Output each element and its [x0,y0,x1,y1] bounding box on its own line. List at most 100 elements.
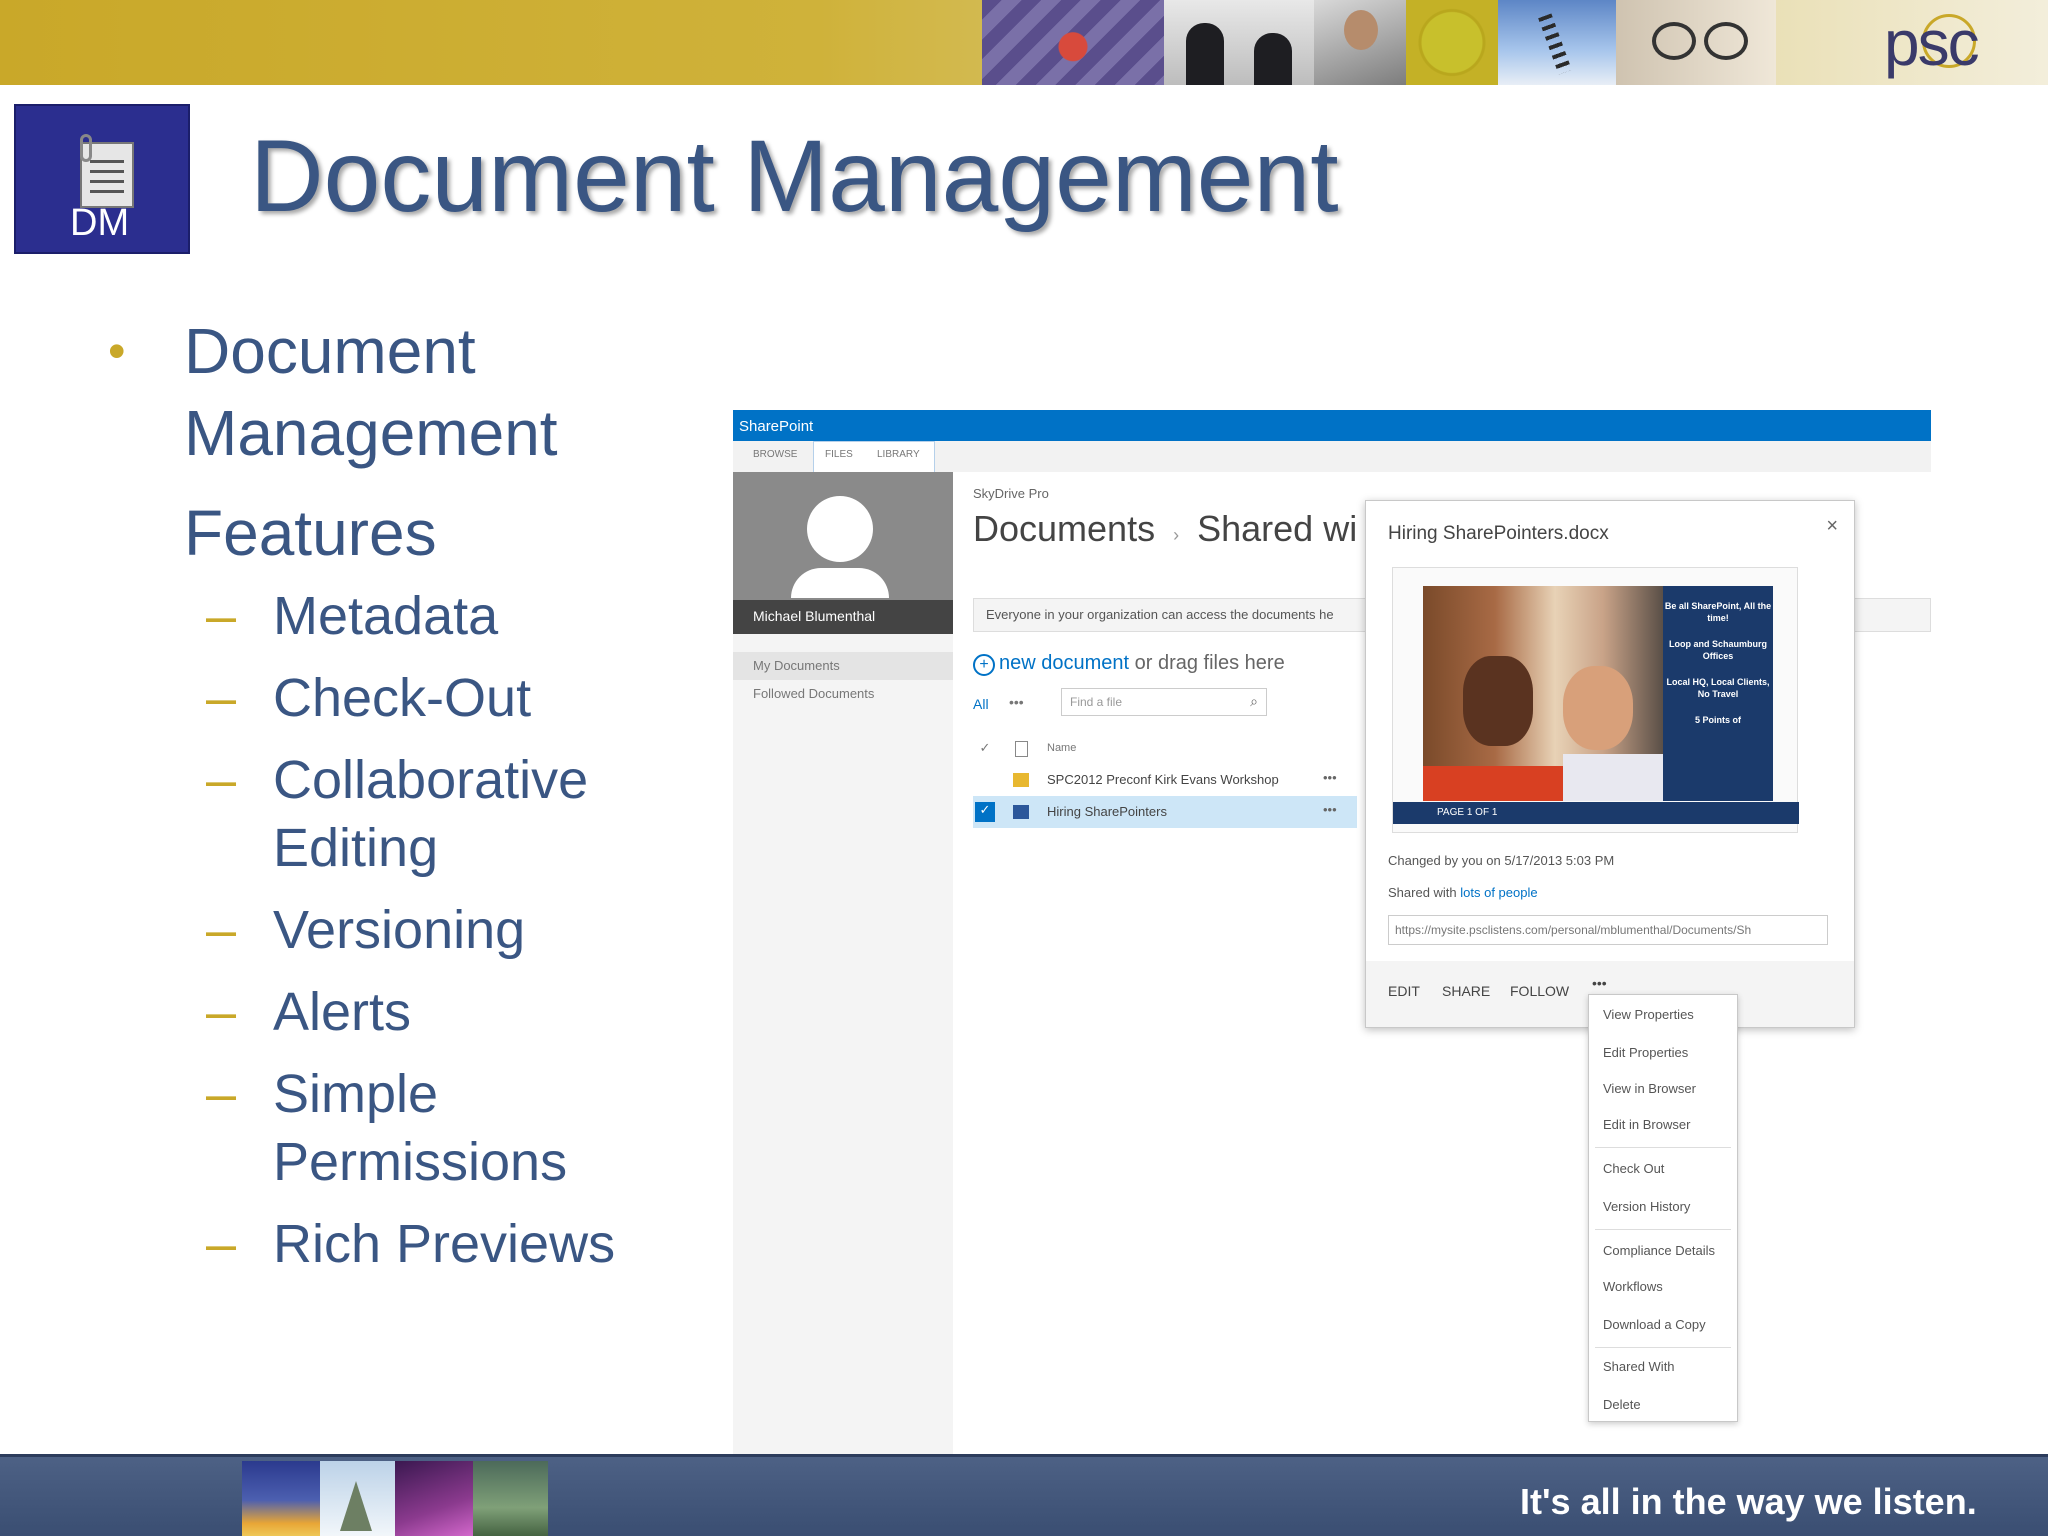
word-doc-icon [1013,805,1029,819]
ribbon-tabs: BROWSE FILES LIBRARY [733,441,1931,472]
menu-item-check-out[interactable]: Check Out [1603,1161,1664,1176]
view-more-icon[interactable]: ••• [1009,694,1024,710]
pager-text: PAGE 1 OF 1 [1437,807,1498,818]
sub-bullet-text: Collaborative [273,750,589,810]
breadcrumb[interactable]: SkyDrive Pro [973,486,1049,501]
menu-item-delete[interactable]: Delete [1603,1397,1641,1412]
sub-bullet-text: Editing [273,818,439,878]
sky-ladder-photo [1498,0,1616,85]
shared-with-link[interactable]: lots of people [1460,885,1537,900]
slide-title: Document Management [250,119,1339,233]
sub-bullet-metadata: – Metadata [108,582,708,650]
sub-bullet-simple-permissions: – Simple Permissions [108,1060,708,1196]
share-action[interactable]: SHARE [1442,983,1490,999]
row-name[interactable]: Hiring SharePointers [1047,804,1167,819]
sharepoint-screenshot: SharePoint BROWSE FILES LIBRARY Michael … [733,410,1931,1456]
view-all-link[interactable]: All [973,696,989,712]
more-actions-icon[interactable]: ••• [1592,975,1607,991]
page-title-part[interactable]: Documents [973,508,1155,549]
phone-woman-photo [1314,0,1406,85]
user-name: Michael Blumenthal [733,600,953,634]
menu-item-shared-with[interactable]: Shared With [1603,1359,1675,1374]
menu-divider [1595,1147,1731,1148]
menu-item-edit-in-browser[interactable]: Edit in Browser [1603,1117,1690,1132]
left-nav: Michael Blumenthal My Documents Followed… [733,472,953,1456]
nav-item-followed-documents[interactable]: Followed Documents [733,686,953,701]
person-head-icon [807,496,873,562]
page-title: Documents › Shared wi [973,508,1357,550]
person-body-icon [791,568,889,598]
tab-files[interactable]: FILES [825,449,853,460]
nav-item-my-documents[interactable]: My Documents [733,652,953,680]
avatar[interactable]: Michael Blumenthal [733,472,953,634]
table-row[interactable]: SPC2012 Preconf Kirk Evans Workshop ••• [973,764,1357,796]
sub-bullet-alerts: – Alerts [108,978,708,1046]
drag-files-text: or drag files here [1129,652,1285,674]
row-check-icon[interactable]: ✓ [975,802,995,822]
footer-tagline: It's all in the way we listen. [1520,1481,1977,1522]
sub-bullet-versioning: – Versioning [108,896,708,964]
dash-icon: – [206,1214,237,1274]
column-name-header[interactable]: Name [1047,742,1076,754]
main-bullet-line3: Features [184,497,437,569]
folder-icon [1013,773,1029,787]
document-preview[interactable]: Be all SharePoint, All the time! Loop an… [1392,567,1799,833]
preview-panel-text: 5 Points of [1694,715,1741,725]
menu-item-view-in-browser[interactable]: View in Browser [1603,1081,1696,1096]
lightning-photo [395,1461,473,1536]
search-icon[interactable]: ⌕ [1250,693,1258,710]
menu-item-workflows[interactable]: Workflows [1603,1279,1663,1294]
sharepoint-app-name[interactable]: SharePoint [739,418,813,435]
plus-icon[interactable]: + [973,654,995,676]
sub-bullet-text: Check-Out [273,668,532,728]
dash-icon: – [206,1064,237,1124]
changed-by-text: Changed by you on 5/17/2013 5:03 PM [1388,853,1615,868]
breadcrumb-separator-icon: › [1173,525,1180,545]
page-title-part: Shared wi [1197,508,1358,549]
column-header-row: ✓ Name [973,734,1357,766]
document-callout: Hiring SharePointers.docx × Be all Share… [1365,500,1855,1028]
find-file-placeholder: Find a file [1070,695,1123,709]
gold-circle-photo [1406,0,1498,85]
follow-action[interactable]: FOLLOW [1510,983,1569,999]
close-icon[interactable]: × [1826,515,1838,538]
top-banner: psc [0,0,2048,85]
find-file-input[interactable]: Find a file ⌕ [1061,688,1267,716]
menu-item-download-a-copy[interactable]: Download a Copy [1603,1317,1706,1332]
new-document-link[interactable]: new document [999,652,1129,674]
sub-bullet-check-out: – Check-Out [108,664,708,732]
menu-item-view-properties[interactable]: View Properties [1603,1007,1694,1022]
dash-icon: – [206,900,237,960]
umbrellas-photo [982,0,1164,85]
row-name[interactable]: SPC2012 Preconf Kirk Evans Workshop [1047,772,1279,787]
paperclip-icon [80,134,92,162]
main-bullet: • Document Management [108,310,708,474]
footer-photo-strip [242,1461,548,1536]
dash-icon: – [206,750,237,810]
document-url-field[interactable]: https://mysite.psclistens.com/personal/m… [1388,915,1828,945]
psc-logo: psc [1884,7,1980,79]
ellipsis-icon[interactable]: ••• [1323,802,1337,817]
menu-item-edit-properties[interactable]: Edit Properties [1603,1045,1688,1060]
dash-icon: – [206,668,237,728]
menu-divider [1595,1229,1731,1230]
edit-action[interactable]: EDIT [1388,983,1420,999]
sunset-photo [242,1461,320,1536]
shared-with-text: Shared with lots of people [1388,885,1538,900]
menu-item-compliance-details[interactable]: Compliance Details [1603,1243,1715,1258]
banner-photo-strip [982,0,1776,85]
file-type-icon [1015,741,1028,757]
menu-item-version-history[interactable]: Version History [1603,1199,1690,1214]
select-all-check-icon[interactable]: ✓ [975,740,995,760]
new-document-bar: + new document or drag files here [973,652,1285,676]
preview-panel-text: Be all SharePoint, All the time! [1664,601,1772,623]
tab-library[interactable]: LIBRARY [877,449,920,460]
tab-browse[interactable]: BROWSE [753,449,797,460]
ellipsis-icon[interactable]: ••• [1323,770,1337,785]
sub-bullet-collaborative-editing: – Collaborative Editing [108,746,708,882]
preview-photo [1423,586,1663,801]
sub-bullet-text: Permissions [273,1132,568,1192]
table-row[interactable]: ✓ Hiring SharePointers ••• [973,796,1357,828]
sub-bullet-text: Versioning [273,900,526,960]
sub-bullet-text: Rich Previews [273,1214,616,1274]
